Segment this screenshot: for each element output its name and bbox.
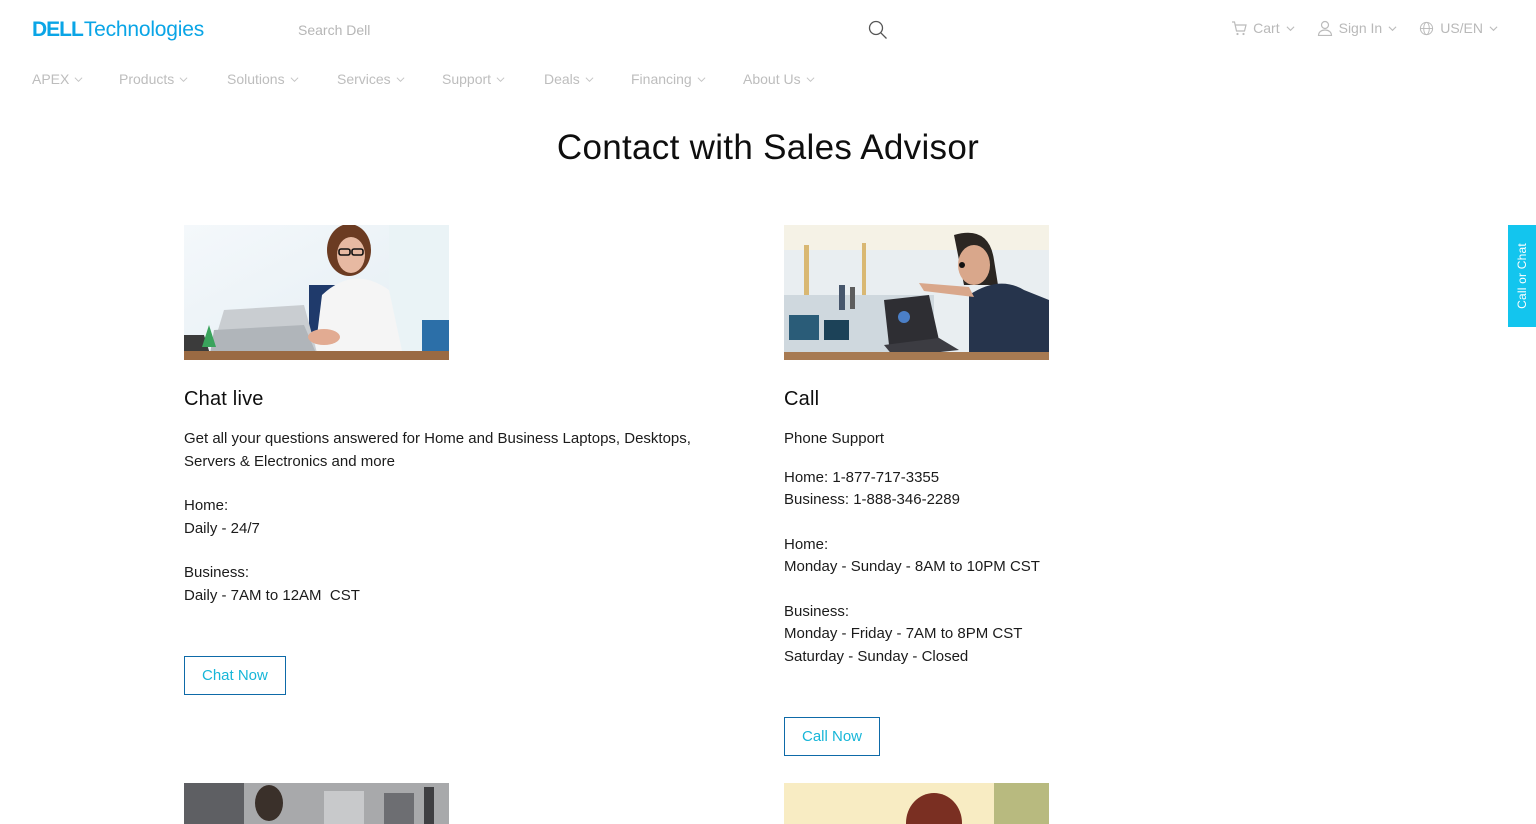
page-title: Contact with Sales Advisor (556, 128, 980, 167)
chevron-down-icon (806, 71, 815, 87)
globe-icon (1419, 21, 1434, 36)
call-agent-image (784, 225, 1049, 360)
locale-label: US/EN (1440, 20, 1483, 36)
call-card: Call Phone Support Home: 1-877-717-3355 … (784, 225, 1334, 756)
nav-item-label: Services (337, 71, 391, 87)
chevron-down-icon (74, 71, 83, 87)
utility-nav: Cart Sign In US/EN (1231, 20, 1498, 36)
cart-button[interactable]: Cart (1231, 20, 1295, 36)
chevron-down-icon (1286, 24, 1295, 33)
call-or-chat-tab[interactable]: Call or Chat (1508, 225, 1536, 327)
chevron-down-icon (396, 71, 405, 87)
nav-item-solutions[interactable]: Solutions (227, 68, 337, 90)
call-business-hours-weekend: Saturday - Sunday - Closed (784, 647, 969, 665)
dell-technologies-logo[interactable]: DELL Technologies (32, 16, 204, 44)
nav-item-label: Deals (544, 71, 580, 87)
search-icon[interactable] (868, 20, 890, 42)
chevron-down-icon (290, 71, 299, 87)
sign-in-label: Sign In (1338, 20, 1383, 36)
call-business-hours-weekday: Monday - Friday - 7AM to 8PM CST (784, 625, 1023, 642)
support-person-image (784, 783, 1049, 824)
support-agent-image (184, 783, 449, 824)
main-nav: APEX Products Solutions Services Support… (32, 68, 833, 90)
logo-suffix: Technologies (83, 18, 205, 41)
nav-item-products[interactable]: Products (119, 68, 227, 90)
nav-item-label: Financing (631, 71, 692, 87)
header: DELLTechnologies Cart Sign In US/EN (0, 0, 1536, 60)
call-heading: Call (784, 388, 820, 410)
sign-in-button[interactable]: Sign In (1317, 20, 1398, 36)
nav-item-label: Solutions (227, 71, 285, 87)
logo-brand: DELL (32, 18, 84, 41)
chevron-down-icon (1489, 24, 1498, 33)
call-or-chat-label: Call or Chat (1515, 243, 1530, 309)
nav-item-support[interactable]: Support (442, 68, 544, 90)
chevron-down-icon (496, 71, 505, 87)
search-input[interactable] (298, 16, 858, 44)
chat-business-label: Business: (184, 564, 250, 581)
call-home-hours: Monday - Sunday - 8AM to 10PM CST (784, 558, 1040, 575)
chat-agent-image (184, 225, 449, 360)
call-subheading: Phone Support (784, 430, 885, 447)
nav-item-apex[interactable]: APEX (32, 68, 119, 90)
nav-item-services[interactable]: Services (337, 68, 442, 90)
chevron-down-icon (697, 71, 706, 87)
chat-home-label: Home: (184, 497, 229, 514)
chat-now-button[interactable]: Chat Now (184, 656, 286, 695)
cart-icon (1231, 20, 1247, 36)
chevron-down-icon (1388, 24, 1397, 33)
nav-item-label: Products (119, 71, 175, 87)
call-business-label: Business: (784, 602, 850, 620)
chat-heading: Chat live (184, 388, 264, 410)
search-bar (298, 16, 898, 44)
nav-item-financing[interactable]: Financing (631, 68, 743, 90)
locale-button[interactable]: US/EN (1419, 20, 1498, 36)
nav-item-label: About Us (743, 71, 801, 87)
nav-item-label: APEX (32, 71, 70, 87)
chat-home-hours: Daily - 24/7 (184, 519, 260, 537)
chevron-down-icon (585, 71, 594, 87)
call-home-phone: Home: 1-877-717-3355 (784, 468, 940, 486)
call-business-phone: Business: 1-888-346-2289 (784, 491, 960, 508)
chat-business-hours: Daily - 7AM to 12AM CST (184, 586, 360, 604)
nav-item-about-us[interactable]: About Us (743, 68, 833, 90)
cart-label: Cart (1253, 20, 1280, 36)
chat-description: Get all your questions answered for Home… (184, 430, 691, 470)
chat-live-card: Chat live Get all your questions answere… (184, 225, 734, 695)
call-now-button[interactable]: Call Now (784, 717, 881, 756)
call-home-label: Home: (784, 535, 829, 553)
user-icon (1317, 20, 1333, 36)
nav-item-deals[interactable]: Deals (544, 68, 631, 90)
chevron-down-icon (179, 71, 188, 87)
nav-item-label: Support (442, 71, 492, 87)
